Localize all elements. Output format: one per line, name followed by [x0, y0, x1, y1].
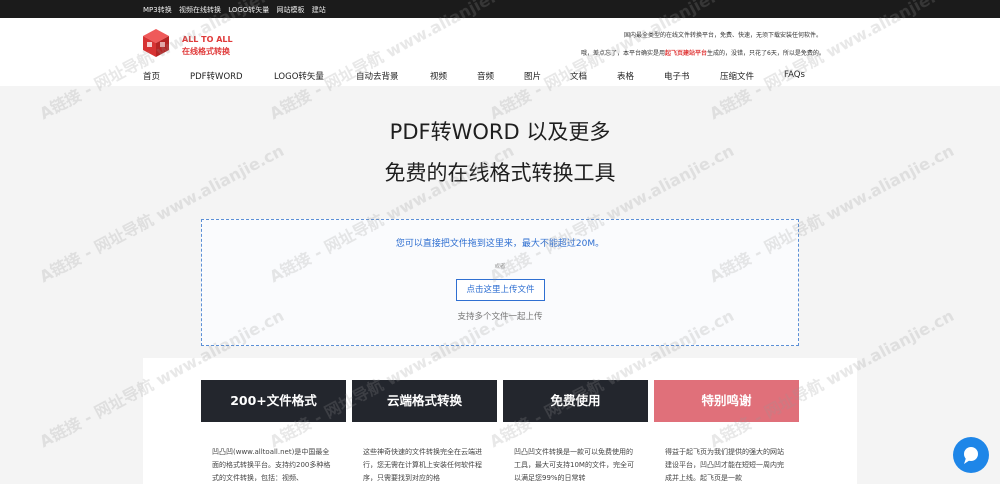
nav-logo-vector[interactable]: LOGO转矢量	[274, 70, 324, 82]
nav-image[interactable]: 图片	[524, 70, 541, 82]
feature-text: 这些神奇快速的文件转换完全在云端进行，您无需在计算机上安装任何软件程序，只需要找…	[363, 448, 482, 482]
feature-text: 凹凸凹文件转换是一款可以免费使用的工具，最大可支持10M的文件，完全可以满足您9…	[514, 448, 634, 482]
chat-button[interactable]	[953, 437, 989, 473]
dropzone-subtext: 支持多个文件一起上传	[457, 312, 543, 322]
intro-suffix: 生成的，没错，只花了6天，所以是免费的。	[707, 50, 825, 57]
nav-faqs[interactable]: FAQs	[784, 70, 805, 80]
upload-button[interactable]: 点击这里上传文件	[456, 279, 545, 301]
nav-video[interactable]: 视频	[430, 70, 447, 82]
intro-prefix: 哦，差点忘了，本平台确实是用	[581, 50, 666, 57]
nav-archive[interactable]: 压缩文件	[720, 70, 754, 82]
feature-card-cloud: 云端格式转换 这些神奇快速的文件转换完全在云端进行，您无需在计算机上安装任何软件…	[352, 380, 497, 484]
main-nav: 首页 PDF转WORD LOGO转矢量 自动去背景 视频 音频 图片 文档 表格…	[0, 70, 1000, 84]
hero-title: PDF转WORD 以及更多	[389, 120, 611, 144]
top-link-templates[interactable]: 网站模板	[277, 6, 305, 14]
nav-home[interactable]: 首页	[143, 70, 160, 82]
hero-subtitle: 免费的在线格式转换工具	[384, 161, 616, 185]
nav-document[interactable]: 文档	[570, 70, 587, 82]
site-header: ALL TO ALL 在线格式转换 国内最全类型的在线文件转换平台，免费、快速，…	[0, 18, 1000, 86]
intro-line-2: 哦，差点忘了，本平台确实是用起飞页建站平台生成的，没错，只花了6天，所以是免费的…	[581, 48, 825, 57]
dropzone-hint: 您可以直接把文件拖到这里来，最大不能超过20M。	[395, 239, 605, 249]
nav-remove-bg[interactable]: 自动去背景	[356, 70, 399, 82]
nav-pdf-to-word[interactable]: PDF转WORD	[190, 70, 243, 82]
intro-highlight-link[interactable]: 起飞页建站平台	[665, 50, 707, 57]
features-section: 200+文件格式 凹凸凹(www.alltoall.net)是中国最全面的格式转…	[143, 358, 857, 484]
upload-dropzone[interactable]: 您可以直接把文件拖到这里来，最大不能超过20M。 或者 点击这里上传文件 支持多…	[201, 219, 799, 346]
nav-audio[interactable]: 音频	[477, 70, 494, 82]
top-link-mp3[interactable]: MP3转换	[143, 6, 172, 14]
top-bar: MP3转换 视频在线转换 LOGO转矢量 网站模板 建站	[0, 0, 1000, 18]
top-link-video[interactable]: 视频在线转换	[179, 6, 221, 14]
feature-card-free: 免费使用 凹凸凹文件转换是一款可以免费使用的工具，最大可支持10M的文件，完全可…	[503, 380, 648, 484]
top-link-logo[interactable]: LOGO转矢量	[228, 6, 269, 14]
nav-ebook[interactable]: 电子书	[664, 70, 690, 82]
feature-card-thanks: 特别鸣谢 得益于起飞页为我们提供的强大的网站建设平台，凹凸凹才能在短短一周内完成…	[654, 380, 799, 484]
top-link-build[interactable]: 建站	[312, 6, 326, 14]
logo-subtitle[interactable]: 在线格式转换	[182, 46, 230, 57]
logo-title[interactable]: ALL TO ALL	[182, 35, 233, 44]
intro-line-1: 国内最全类型的在线文件转换平台，免费、快速，无须下载安装任何软件。	[624, 32, 823, 39]
feature-text: 得益于起飞页为我们提供的强大的网站建设平台，凹凸凹才能在短短一周内完成并上线。起…	[665, 448, 784, 482]
top-links: MP3转换 视频在线转换 LOGO转矢量 网站模板 建站	[143, 5, 331, 15]
cube-logo-icon[interactable]	[141, 28, 171, 58]
dropzone-or: 或者	[494, 264, 506, 270]
feature-text: 凹凸凹(www.alltoall.net)是中国最全面的格式转换平台。支持约20…	[212, 448, 331, 482]
feature-card-formats: 200+文件格式 凹凸凹(www.alltoall.net)是中国最全面的格式转…	[201, 380, 346, 484]
feature-title: 200+文件格式	[201, 380, 346, 422]
chat-bubble-icon	[964, 447, 978, 464]
feature-title: 免费使用	[503, 380, 648, 422]
feature-title: 特别鸣谢	[654, 380, 799, 422]
feature-title: 云端格式转换	[352, 380, 497, 422]
nav-spreadsheet[interactable]: 表格	[617, 70, 634, 82]
